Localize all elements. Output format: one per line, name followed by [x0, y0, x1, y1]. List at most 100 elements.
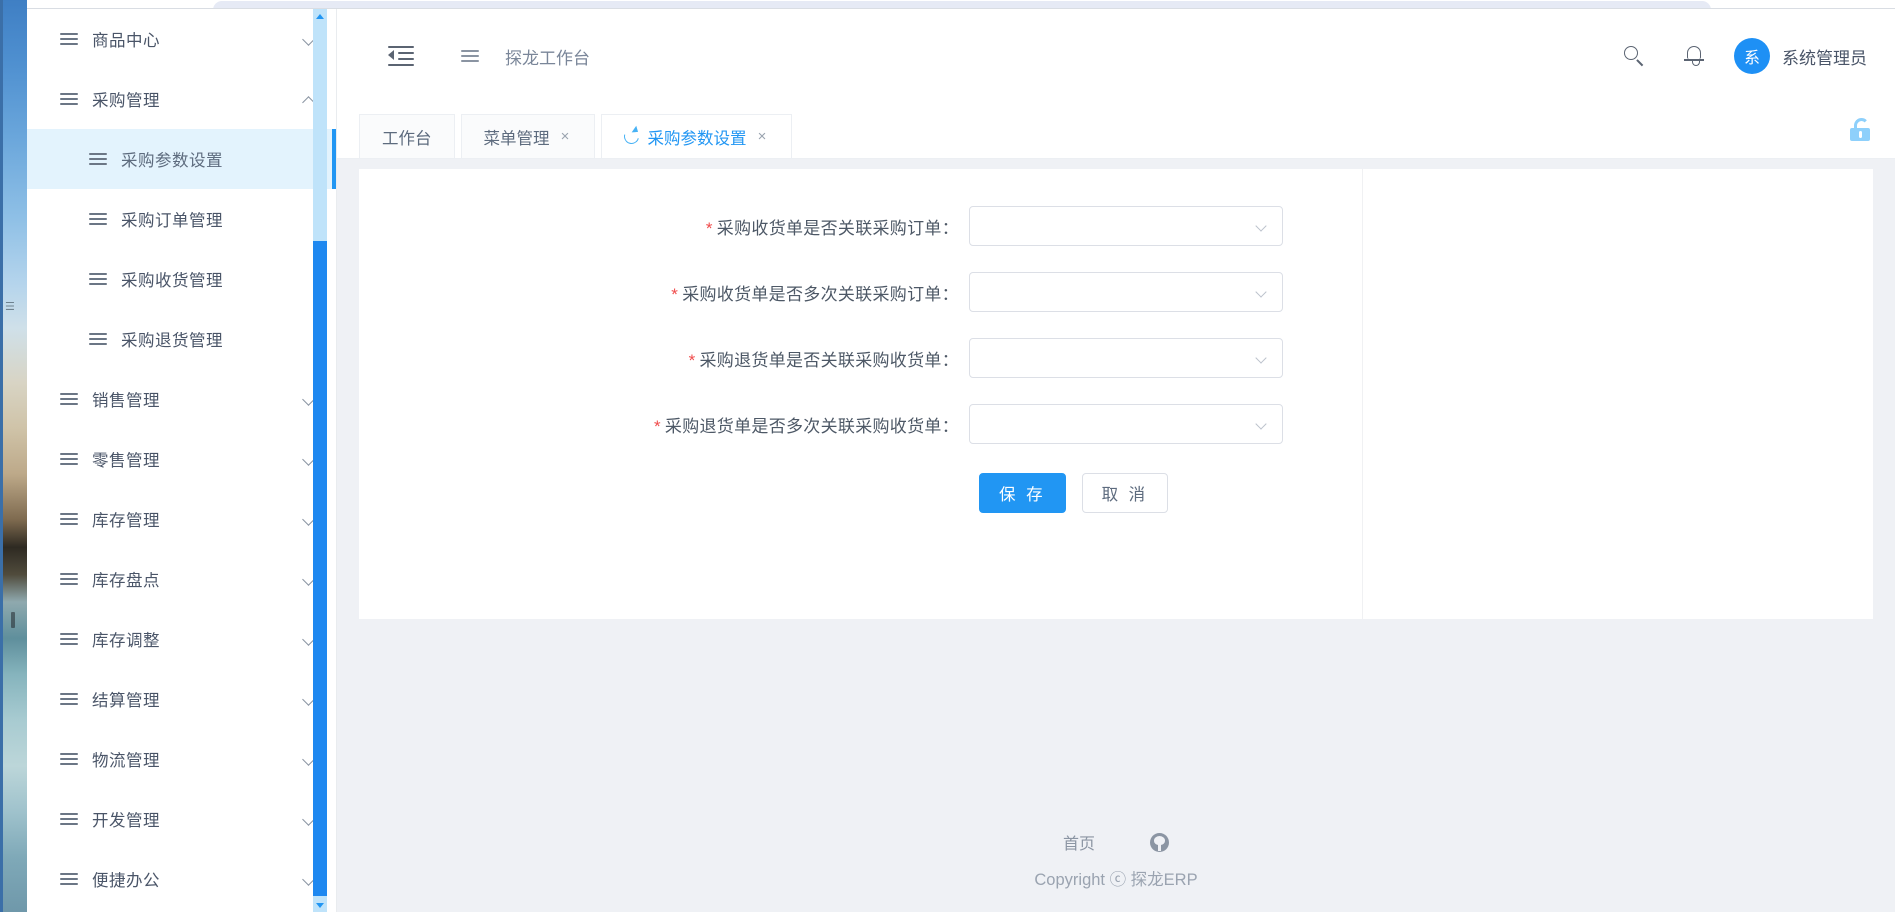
- avatar: 系: [1734, 38, 1770, 74]
- menu-icon: [60, 692, 78, 706]
- breadcrumb: 探龙工作台: [461, 44, 590, 69]
- scrollbar-thumb[interactable]: [313, 241, 327, 896]
- form-row-shouhuo-guanlian-dingdan: * 采购收货单是否关联采购订单：: [359, 199, 1362, 253]
- form-panel: * 采购收货单是否关联采购订单： * 采购收货单是否多次关联采购订单： * 采购…: [359, 169, 1362, 619]
- sidebar-item-label: 采购退货管理: [121, 332, 223, 350]
- form-label-text: 采购退货单是否关联采购收货单：: [699, 350, 959, 370]
- footer-links: 首页: [337, 830, 1895, 854]
- form-row-tuihuo-guanlian-shouhuo: * 采购退货单是否关联采购收货单：: [359, 331, 1362, 385]
- required-marker: *: [653, 416, 661, 436]
- select-tuihuo-duoci-guanlian-shouhuo[interactable]: [969, 404, 1283, 444]
- close-icon[interactable]: ×: [559, 129, 572, 144]
- chevron-down-icon: [1257, 354, 1268, 365]
- tab-label: 采购参数设置: [647, 129, 747, 148]
- sidebar-item-wuliu-guanli[interactable]: 物流管理: [27, 729, 336, 789]
- select-tuihuo-guanlian-shouhuo[interactable]: [969, 338, 1283, 378]
- required-marker: *: [705, 218, 713, 238]
- sidebar-item-shangpin-zhongxin[interactable]: 商品中心: [27, 9, 336, 69]
- copyright-text: Copyright ⓒ 探龙ERP: [1034, 871, 1198, 889]
- form-label-text: 采购退货单是否多次关联采购收货单：: [664, 416, 959, 436]
- sidebar-item-label: 结算管理: [92, 692, 160, 710]
- sidebar-item-kucun-tiaozheng[interactable]: 库存调整: [27, 609, 336, 669]
- browser-top-sliver: [27, 0, 1895, 9]
- menu-icon: [89, 332, 107, 346]
- close-icon[interactable]: ×: [756, 129, 769, 144]
- menu-icon: [89, 212, 107, 226]
- scroll-down-arrow-icon[interactable]: [313, 898, 327, 912]
- chevron-down-icon: [1257, 288, 1268, 299]
- menu-icon: [60, 92, 78, 106]
- sidebar-item-kucun-guanli[interactable]: 库存管理: [27, 489, 336, 549]
- user-name-label: 系统管理员: [1782, 48, 1867, 68]
- user-menu[interactable]: 系 系统管理员: [1734, 38, 1867, 74]
- sidebar-item-bianjie-bangong[interactable]: 便捷办公: [27, 849, 336, 909]
- search-icon[interactable]: [1622, 44, 1646, 68]
- sidebar-item-label: 采购管理: [92, 92, 160, 110]
- menu-fold-icon[interactable]: [388, 45, 414, 67]
- menu-icon: [60, 392, 78, 406]
- scroll-up-arrow-icon[interactable]: [313, 9, 327, 23]
- sidebar-item-kaifa-guanli[interactable]: 开发管理: [27, 789, 336, 849]
- home-link[interactable]: 首页: [1063, 830, 1095, 854]
- cancel-button[interactable]: 取 消: [1081, 473, 1169, 513]
- select-shouhuo-duoci-guanlian-dingdan[interactable]: [969, 272, 1283, 312]
- menu-icon: [60, 452, 78, 466]
- sidebar-item-caigou-dingdan-guanli[interactable]: 采购订单管理: [27, 189, 336, 249]
- required-marker: *: [671, 284, 679, 304]
- tab-caigou-canshu-shezhi[interactable]: 采购参数设置 ×: [600, 114, 792, 158]
- unlock-icon[interactable]: [1847, 117, 1873, 143]
- menu-icon: [89, 272, 107, 286]
- form-label: * 采购收货单是否关联采购订单：: [359, 214, 969, 239]
- form-actions: 保 存 取 消: [359, 473, 1362, 513]
- menu-icon: [89, 152, 107, 166]
- sidebar-item-caigou-canshu-shezhi[interactable]: 采购参数设置: [27, 129, 336, 189]
- sidebar-item-label: 便捷办公: [92, 872, 160, 890]
- desktop-wallpaper: ☰: [0, 0, 27, 912]
- tab-bar: 工作台 菜单管理 × 采购参数设置 ×: [337, 103, 1895, 159]
- main-area: 探龙工作台 系 系统管理员 工作台 菜单管理 × 采购参数设置 × * 采购收货…: [337, 9, 1895, 912]
- sidebar-item-jiesuan-guanli[interactable]: 结算管理: [27, 669, 336, 729]
- sidebar-item-caigou-shouhuo-guanli[interactable]: 采购收货管理: [27, 249, 336, 309]
- menu-icon: [60, 632, 78, 646]
- card-right-pane: [1363, 169, 1873, 619]
- sidebar-item-label: 库存管理: [92, 512, 160, 530]
- menu-icon: [60, 32, 78, 46]
- form-row-tuihuo-duoci-guanlian-shouhuo: * 采购退货单是否多次关联采购收货单：: [359, 397, 1362, 451]
- content-card: * 采购收货单是否关联采购订单： * 采购收货单是否多次关联采购订单： * 采购…: [359, 169, 1873, 619]
- app-root: ☰ 商品中心 采购管理 采购参数设置 采购订单管理 采购收货管理 采购退货管理 …: [0, 0, 1895, 912]
- sidebar-item-xiaoshou-guanli[interactable]: 销售管理: [27, 369, 336, 429]
- sidebar-item-label: 库存盘点: [92, 572, 160, 590]
- wallpaper-icon: ☰: [5, 301, 15, 313]
- tab-gongzuotai[interactable]: 工作台: [359, 114, 455, 158]
- sidebar-item-caigou-guanli[interactable]: 采购管理: [27, 69, 336, 129]
- sidebar: 商品中心 采购管理 采购参数设置 采购订单管理 采购收货管理 采购退货管理 销售…: [27, 9, 337, 912]
- form-label-text: 采购收货单是否多次关联采购订单：: [682, 284, 959, 304]
- sidebar-item-label: 采购参数设置: [121, 152, 223, 170]
- menu-icon: [60, 812, 78, 826]
- sidebar-item-kucun-pandian[interactable]: 库存盘点: [27, 549, 336, 609]
- sidebar-item-label: 商品中心: [92, 32, 160, 50]
- sidebar-item-label: 销售管理: [92, 392, 160, 410]
- tab-caidan-guanli[interactable]: 菜单管理 ×: [460, 114, 595, 158]
- sidebar-item-label: 采购订单管理: [121, 212, 223, 230]
- form-label: * 采购退货单是否关联采购收货单：: [359, 346, 969, 371]
- sidebar-item-label: 库存调整: [92, 632, 160, 650]
- menu-icon: [60, 872, 78, 886]
- required-marker: *: [688, 350, 696, 370]
- sidebar-scrollbar[interactable]: [313, 9, 327, 912]
- header-actions: 系 系统管理员: [1622, 38, 1867, 74]
- menu-icon: [60, 572, 78, 586]
- github-icon[interactable]: [1150, 832, 1169, 852]
- chevron-down-icon: [1257, 222, 1268, 233]
- wallpaper-edge: [0, 0, 3, 912]
- sidebar-item-label: 采购收货管理: [121, 272, 223, 290]
- sidebar-item-lingshou-guanli[interactable]: 零售管理: [27, 429, 336, 489]
- sidebar-item-caigou-tuihuo-guanli[interactable]: 采购退货管理: [27, 309, 336, 369]
- bell-icon[interactable]: [1682, 44, 1706, 68]
- refresh-icon: [624, 129, 639, 144]
- select-shouhuo-guanlian-dingdan[interactable]: [969, 206, 1283, 246]
- menu-icon: [60, 512, 78, 526]
- sidebar-item-label: 物流管理: [92, 752, 160, 770]
- menu-icon: [461, 49, 479, 63]
- save-button[interactable]: 保 存: [979, 473, 1066, 513]
